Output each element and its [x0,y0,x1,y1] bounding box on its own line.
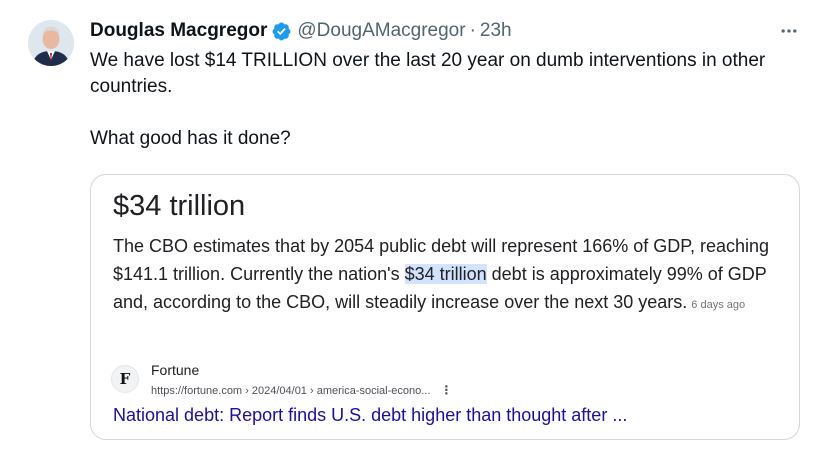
author-handle[interactable]: @DougAMacgregor [297,20,465,42]
author-name[interactable]: Douglas Macgregor [90,20,267,42]
fortune-favicon-icon: F [111,365,139,393]
tweet-text: We have lost $14 TRILLION over the last … [90,48,790,152]
source-name: Fortune [151,362,200,378]
author-avatar[interactable] [28,20,74,66]
snippet-highlight: $34 trillion [404,264,487,284]
verified-badge-icon[interactable] [271,21,292,42]
tweet-header: Douglas Macgregor @DougAMacgregor · 23h [90,18,512,44]
tweet-timestamp[interactable]: 23h [480,20,512,42]
result-link[interactable]: National debt: Report finds U.S. debt hi… [113,405,627,426]
kebab-menu-icon[interactable]: ⋮ [440,383,452,397]
source-url-text: https://fortune.com › 2024/04/01 › ameri… [151,385,431,397]
more-horizontal-icon[interactable] [776,18,802,44]
avatar-image [28,20,74,66]
card-snippet: The CBO estimates that by 2054 public de… [113,232,773,319]
tweet-text-paragraph-2: What good has it done? [90,128,291,149]
search-result-card[interactable]: $34 trillion The CBO estimates that by 2… [90,174,800,440]
card-title: $34 trillion [113,190,246,222]
source-url: https://fortune.com › 2024/04/01 › ameri… [151,383,452,397]
separator-dot: · [469,20,476,41]
tweet: Douglas Macgregor @DougAMacgregor · 23h … [0,0,828,452]
tweet-text-paragraph-1: We have lost $14 TRILLION over the last … [90,50,766,97]
result-source[interactable]: F Fortune https://fortune.com › 2024/04/… [111,361,511,397]
snippet-age: 6 days ago [691,299,746,311]
